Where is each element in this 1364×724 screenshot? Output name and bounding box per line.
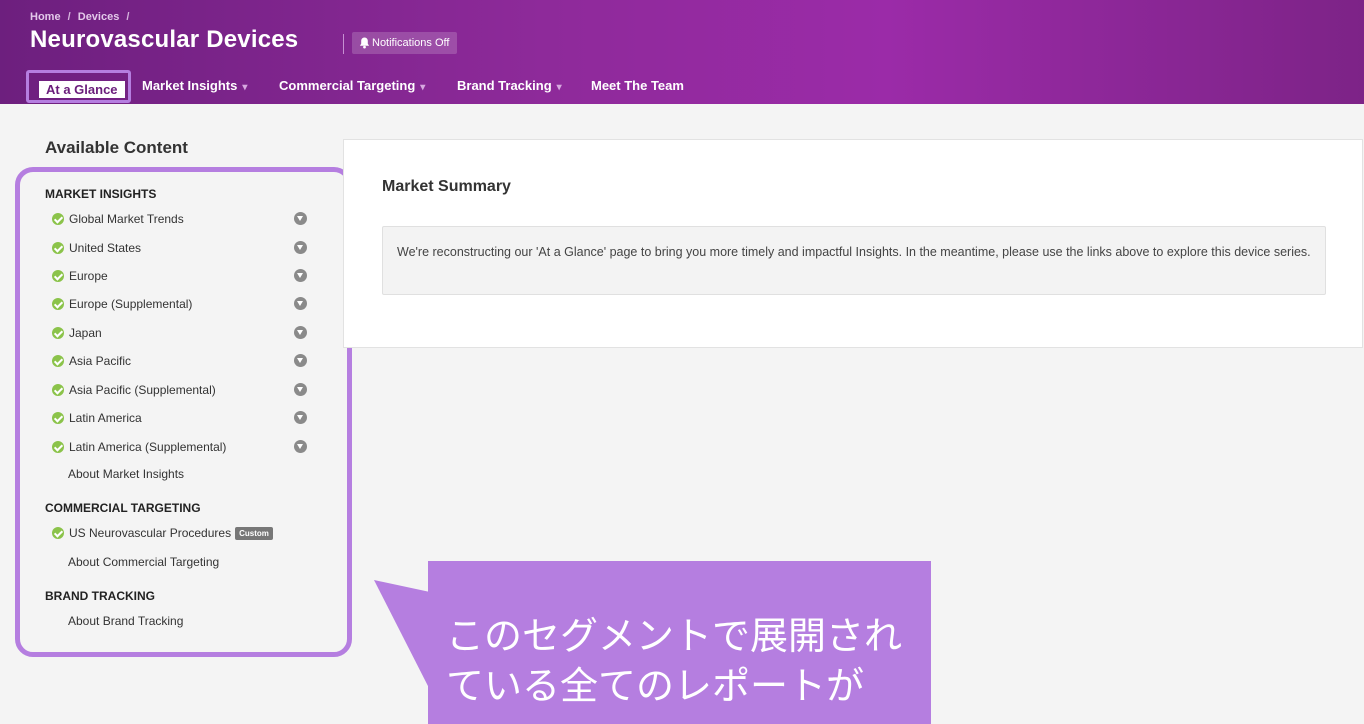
notifications-toggle-button[interactable]: Notifications Off <box>352 32 458 54</box>
check-circle-icon <box>52 441 64 453</box>
sidebar-heading: Available Content <box>45 138 188 157</box>
chevron-down-icon: ▾ <box>242 82 248 93</box>
report-item-label: Japan <box>69 326 102 340</box>
nav-tab-label: Brand Tracking <box>457 78 552 93</box>
download-icon[interactable] <box>294 354 307 367</box>
download-icon[interactable] <box>294 212 307 225</box>
nav-tab-brand-tracking[interactable]: Brand Tracking ▾ <box>457 78 562 93</box>
check-circle-icon <box>52 384 64 396</box>
report-item-text: US Neurovascular Procedures <box>69 526 232 540</box>
market-summary-panel: Market Summary We're reconstructing our … <box>343 139 1363 348</box>
report-item-label: Latin America <box>69 411 142 425</box>
notice-message: We're reconstructing our 'At a Glance' p… <box>382 226 1326 295</box>
breadcrumb-devices[interactable]: Devices <box>78 11 120 23</box>
nav-tab-commercial-targeting[interactable]: Commercial Targeting ▾ <box>279 78 425 93</box>
report-item[interactable]: Latin America (Supplemental) <box>52 439 312 457</box>
report-item[interactable]: Global Market Trends <box>52 211 312 229</box>
chevron-down-icon: ▾ <box>556 82 562 93</box>
download-icon[interactable] <box>294 440 307 453</box>
download-icon[interactable] <box>294 297 307 310</box>
about-commercial-targeting-link[interactable]: About Commercial Targeting <box>68 555 219 569</box>
breadcrumb-separator: / <box>126 11 130 23</box>
check-circle-icon <box>52 355 64 367</box>
nav-active-highlight: At a Glance <box>26 70 131 103</box>
annotation-callout: このセグメントで展開され ている全てのレポートが <box>428 561 931 724</box>
check-circle-icon <box>52 213 64 225</box>
download-icon[interactable] <box>294 241 307 254</box>
nav-tab-label: Commercial Targeting <box>279 78 416 93</box>
about-market-insights-link[interactable]: About Market Insights <box>68 467 184 481</box>
download-icon[interactable] <box>294 383 307 396</box>
section-title-commercial-targeting: COMMERCIAL TARGETING <box>45 501 201 515</box>
chevron-down-icon: ▾ <box>420 82 426 93</box>
section-title-brand-tracking: BRAND TRACKING <box>45 589 155 603</box>
report-item-label: Asia Pacific <box>69 354 132 368</box>
nav-tab-label: Market Insights <box>142 78 238 93</box>
title-divider <box>343 34 344 54</box>
download-icon[interactable] <box>294 326 307 339</box>
bell-icon <box>359 37 370 49</box>
page-title: Neurovascular Devices <box>30 26 299 53</box>
report-item[interactable]: US Neurovascular Procedures Custom <box>52 525 312 543</box>
report-item-label: Latin America (Supplemental) <box>69 440 227 454</box>
about-brand-tracking-link[interactable]: About Brand Tracking <box>68 614 183 628</box>
nav-tab-meet-the-team[interactable]: Meet The Team <box>591 78 684 93</box>
report-item-label: Global Market Trends <box>69 212 184 226</box>
report-item-label: Europe <box>69 269 108 283</box>
check-circle-icon <box>52 412 64 424</box>
report-item[interactable]: Latin America <box>52 410 312 428</box>
report-item-label: United States <box>69 241 142 255</box>
breadcrumb-home[interactable]: Home <box>30 11 61 23</box>
report-item[interactable]: United States <box>52 240 312 258</box>
report-item-label: Europe (Supplemental) <box>69 297 193 311</box>
report-item-label: Asia Pacific (Supplemental) <box>69 383 216 397</box>
notifications-label: Notifications Off <box>372 37 450 49</box>
callout-line-1: このセグメントで展開され <box>446 614 903 658</box>
download-icon[interactable] <box>294 411 307 424</box>
callout-line-2: ている全てのレポートが <box>446 664 865 708</box>
section-title-market-insights: MARKET INSIGHTS <box>45 187 157 201</box>
report-item[interactable]: Europe (Supplemental) <box>52 296 312 314</box>
nav-tab-at-a-glance[interactable]: At a Glance <box>39 81 125 98</box>
check-circle-icon <box>52 527 64 539</box>
app-header: Home / Devices / Neurovascular Devices N… <box>0 0 1364 104</box>
check-circle-icon <box>52 270 64 282</box>
custom-badge: Custom <box>235 527 273 540</box>
report-item[interactable]: Europe <box>52 268 312 286</box>
check-circle-icon <box>52 242 64 254</box>
breadcrumb-separator: / <box>67 11 71 23</box>
report-item[interactable]: Asia Pacific (Supplemental) <box>52 382 312 400</box>
check-circle-icon <box>52 327 64 339</box>
report-item[interactable]: Japan <box>52 325 312 343</box>
nav-tab-market-insights[interactable]: Market Insights ▾ <box>142 78 247 93</box>
check-circle-icon <box>52 298 64 310</box>
report-item-label: US Neurovascular Procedures Custom <box>69 526 273 540</box>
panel-title: Market Summary <box>382 178 511 195</box>
report-item[interactable]: Asia Pacific <box>52 353 312 371</box>
breadcrumb: Home / Devices / <box>30 11 133 23</box>
download-icon[interactable] <box>294 269 307 282</box>
